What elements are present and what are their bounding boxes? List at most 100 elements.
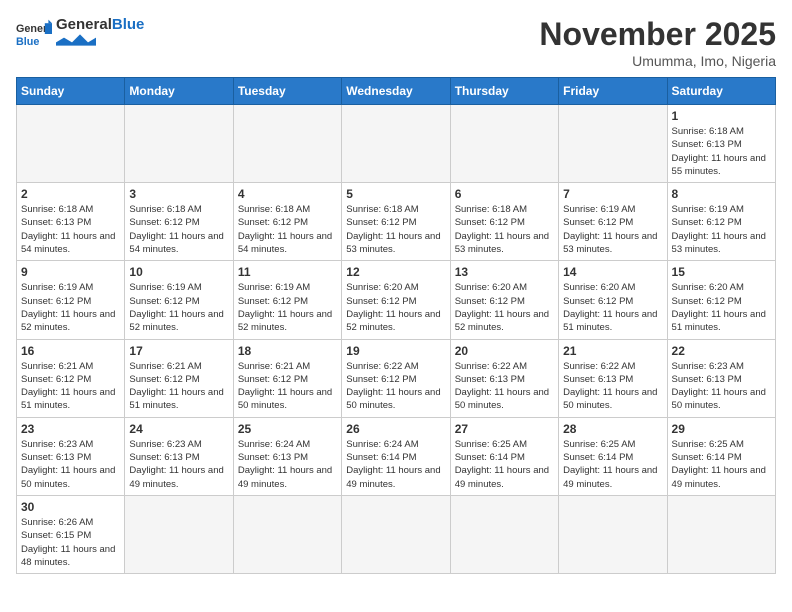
day-info: Sunrise: 6:19 AMSunset: 6:12 PMDaylight:… xyxy=(563,203,662,256)
day-info: Sunrise: 6:20 AMSunset: 6:12 PMDaylight:… xyxy=(563,281,662,334)
empty-cell xyxy=(233,495,341,573)
day-7: 7 Sunrise: 6:19 AMSunset: 6:12 PMDayligh… xyxy=(559,183,667,261)
empty-cell xyxy=(450,105,558,183)
day-info: Sunrise: 6:24 AMSunset: 6:13 PMDaylight:… xyxy=(238,438,337,491)
day-info: Sunrise: 6:23 AMSunset: 6:13 PMDaylight:… xyxy=(21,438,120,491)
day-number: 26 xyxy=(346,422,445,436)
day-15: 15 Sunrise: 6:20 AMSunset: 6:12 PMDaylig… xyxy=(667,261,775,339)
header-monday: Monday xyxy=(125,78,233,105)
empty-cell xyxy=(342,105,450,183)
day-info: Sunrise: 6:21 AMSunset: 6:12 PMDaylight:… xyxy=(21,360,120,413)
logo-general: General xyxy=(56,16,112,33)
day-info: Sunrise: 6:19 AMSunset: 6:12 PMDaylight:… xyxy=(21,281,120,334)
header-thursday: Thursday xyxy=(450,78,558,105)
day-26: 26 Sunrise: 6:24 AMSunset: 6:14 PMDaylig… xyxy=(342,417,450,495)
day-number: 14 xyxy=(563,265,662,279)
day-number: 30 xyxy=(21,500,120,514)
empty-cell xyxy=(125,105,233,183)
day-number: 22 xyxy=(672,344,771,358)
day-number: 16 xyxy=(21,344,120,358)
day-info: Sunrise: 6:26 AMSunset: 6:15 PMDaylight:… xyxy=(21,516,120,569)
day-info: Sunrise: 6:21 AMSunset: 6:12 PMDaylight:… xyxy=(129,360,228,413)
day-number: 12 xyxy=(346,265,445,279)
day-number: 10 xyxy=(129,265,228,279)
logo-blue: Blue xyxy=(112,16,145,33)
header-friday: Friday xyxy=(559,78,667,105)
day-20: 20 Sunrise: 6:22 AMSunset: 6:13 PMDaylig… xyxy=(450,339,558,417)
day-info: Sunrise: 6:19 AMSunset: 6:12 PMDaylight:… xyxy=(129,281,228,334)
day-number: 28 xyxy=(563,422,662,436)
day-info: Sunrise: 6:21 AMSunset: 6:12 PMDaylight:… xyxy=(238,360,337,413)
day-22: 22 Sunrise: 6:23 AMSunset: 6:13 PMDaylig… xyxy=(667,339,775,417)
day-number: 19 xyxy=(346,344,445,358)
day-info: Sunrise: 6:24 AMSunset: 6:14 PMDaylight:… xyxy=(346,438,445,491)
empty-cell xyxy=(125,495,233,573)
empty-cell xyxy=(450,495,558,573)
day-1: 1 Sunrise: 6:18 AMSunset: 6:13 PMDayligh… xyxy=(667,105,775,183)
day-28: 28 Sunrise: 6:25 AMSunset: 6:14 PMDaylig… xyxy=(559,417,667,495)
day-14: 14 Sunrise: 6:20 AMSunset: 6:12 PMDaylig… xyxy=(559,261,667,339)
day-8: 8 Sunrise: 6:19 AMSunset: 6:12 PMDayligh… xyxy=(667,183,775,261)
day-info: Sunrise: 6:25 AMSunset: 6:14 PMDaylight:… xyxy=(563,438,662,491)
calendar-subtitle: Umumma, Imo, Nigeria xyxy=(539,53,776,69)
empty-cell xyxy=(559,495,667,573)
day-number: 11 xyxy=(238,265,337,279)
day-6: 6 Sunrise: 6:18 AMSunset: 6:12 PMDayligh… xyxy=(450,183,558,261)
day-number: 29 xyxy=(672,422,771,436)
day-info: Sunrise: 6:18 AMSunset: 6:13 PMDaylight:… xyxy=(21,203,120,256)
calendar-row-1: 1 Sunrise: 6:18 AMSunset: 6:13 PMDayligh… xyxy=(17,105,776,183)
day-12: 12 Sunrise: 6:20 AMSunset: 6:12 PMDaylig… xyxy=(342,261,450,339)
header-sunday: Sunday xyxy=(17,78,125,105)
svg-text:Blue: Blue xyxy=(16,36,39,48)
calendar-row-6: 30 Sunrise: 6:26 AMSunset: 6:15 PMDaylig… xyxy=(17,495,776,573)
calendar-row-4: 16 Sunrise: 6:21 AMSunset: 6:12 PMDaylig… xyxy=(17,339,776,417)
day-info: Sunrise: 6:18 AMSunset: 6:13 PMDaylight:… xyxy=(672,125,771,178)
day-27: 27 Sunrise: 6:25 AMSunset: 6:14 PMDaylig… xyxy=(450,417,558,495)
day-number: 8 xyxy=(672,187,771,201)
day-info: Sunrise: 6:23 AMSunset: 6:13 PMDaylight:… xyxy=(672,360,771,413)
title-section: November 2025 Umumma, Imo, Nigeria xyxy=(539,16,776,69)
day-10: 10 Sunrise: 6:19 AMSunset: 6:12 PMDaylig… xyxy=(125,261,233,339)
day-number: 17 xyxy=(129,344,228,358)
day-number: 2 xyxy=(21,187,120,201)
day-17: 17 Sunrise: 6:21 AMSunset: 6:12 PMDaylig… xyxy=(125,339,233,417)
day-number: 1 xyxy=(672,109,771,123)
day-info: Sunrise: 6:22 AMSunset: 6:13 PMDaylight:… xyxy=(455,360,554,413)
day-29: 29 Sunrise: 6:25 AMSunset: 6:14 PMDaylig… xyxy=(667,417,775,495)
calendar-row-5: 23 Sunrise: 6:23 AMSunset: 6:13 PMDaylig… xyxy=(17,417,776,495)
day-number: 9 xyxy=(21,265,120,279)
day-number: 5 xyxy=(346,187,445,201)
day-19: 19 Sunrise: 6:22 AMSunset: 6:12 PMDaylig… xyxy=(342,339,450,417)
logo: General Blue GeneralBlue xyxy=(16,16,144,52)
day-number: 4 xyxy=(238,187,337,201)
day-number: 7 xyxy=(563,187,662,201)
day-info: Sunrise: 6:19 AMSunset: 6:12 PMDaylight:… xyxy=(672,203,771,256)
day-24: 24 Sunrise: 6:23 AMSunset: 6:13 PMDaylig… xyxy=(125,417,233,495)
calendar-row-3: 9 Sunrise: 6:19 AMSunset: 6:12 PMDayligh… xyxy=(17,261,776,339)
day-number: 18 xyxy=(238,344,337,358)
day-info: Sunrise: 6:22 AMSunset: 6:12 PMDaylight:… xyxy=(346,360,445,413)
calendar-table: Sunday Monday Tuesday Wednesday Thursday… xyxy=(16,77,776,574)
day-info: Sunrise: 6:18 AMSunset: 6:12 PMDaylight:… xyxy=(346,203,445,256)
day-5: 5 Sunrise: 6:18 AMSunset: 6:12 PMDayligh… xyxy=(342,183,450,261)
header-wednesday: Wednesday xyxy=(342,78,450,105)
day-25: 25 Sunrise: 6:24 AMSunset: 6:13 PMDaylig… xyxy=(233,417,341,495)
empty-cell xyxy=(233,105,341,183)
calendar-row-2: 2 Sunrise: 6:18 AMSunset: 6:13 PMDayligh… xyxy=(17,183,776,261)
day-info: Sunrise: 6:20 AMSunset: 6:12 PMDaylight:… xyxy=(672,281,771,334)
day-9: 9 Sunrise: 6:19 AMSunset: 6:12 PMDayligh… xyxy=(17,261,125,339)
day-number: 25 xyxy=(238,422,337,436)
day-info: Sunrise: 6:25 AMSunset: 6:14 PMDaylight:… xyxy=(455,438,554,491)
empty-cell xyxy=(17,105,125,183)
day-info: Sunrise: 6:18 AMSunset: 6:12 PMDaylight:… xyxy=(129,203,228,256)
day-number: 23 xyxy=(21,422,120,436)
day-21: 21 Sunrise: 6:22 AMSunset: 6:13 PMDaylig… xyxy=(559,339,667,417)
header-tuesday: Tuesday xyxy=(233,78,341,105)
day-info: Sunrise: 6:23 AMSunset: 6:13 PMDaylight:… xyxy=(129,438,228,491)
day-info: Sunrise: 6:18 AMSunset: 6:12 PMDaylight:… xyxy=(455,203,554,256)
day-number: 6 xyxy=(455,187,554,201)
day-info: Sunrise: 6:19 AMSunset: 6:12 PMDaylight:… xyxy=(238,281,337,334)
day-23: 23 Sunrise: 6:23 AMSunset: 6:13 PMDaylig… xyxy=(17,417,125,495)
empty-cell xyxy=(342,495,450,573)
day-4: 4 Sunrise: 6:18 AMSunset: 6:12 PMDayligh… xyxy=(233,183,341,261)
